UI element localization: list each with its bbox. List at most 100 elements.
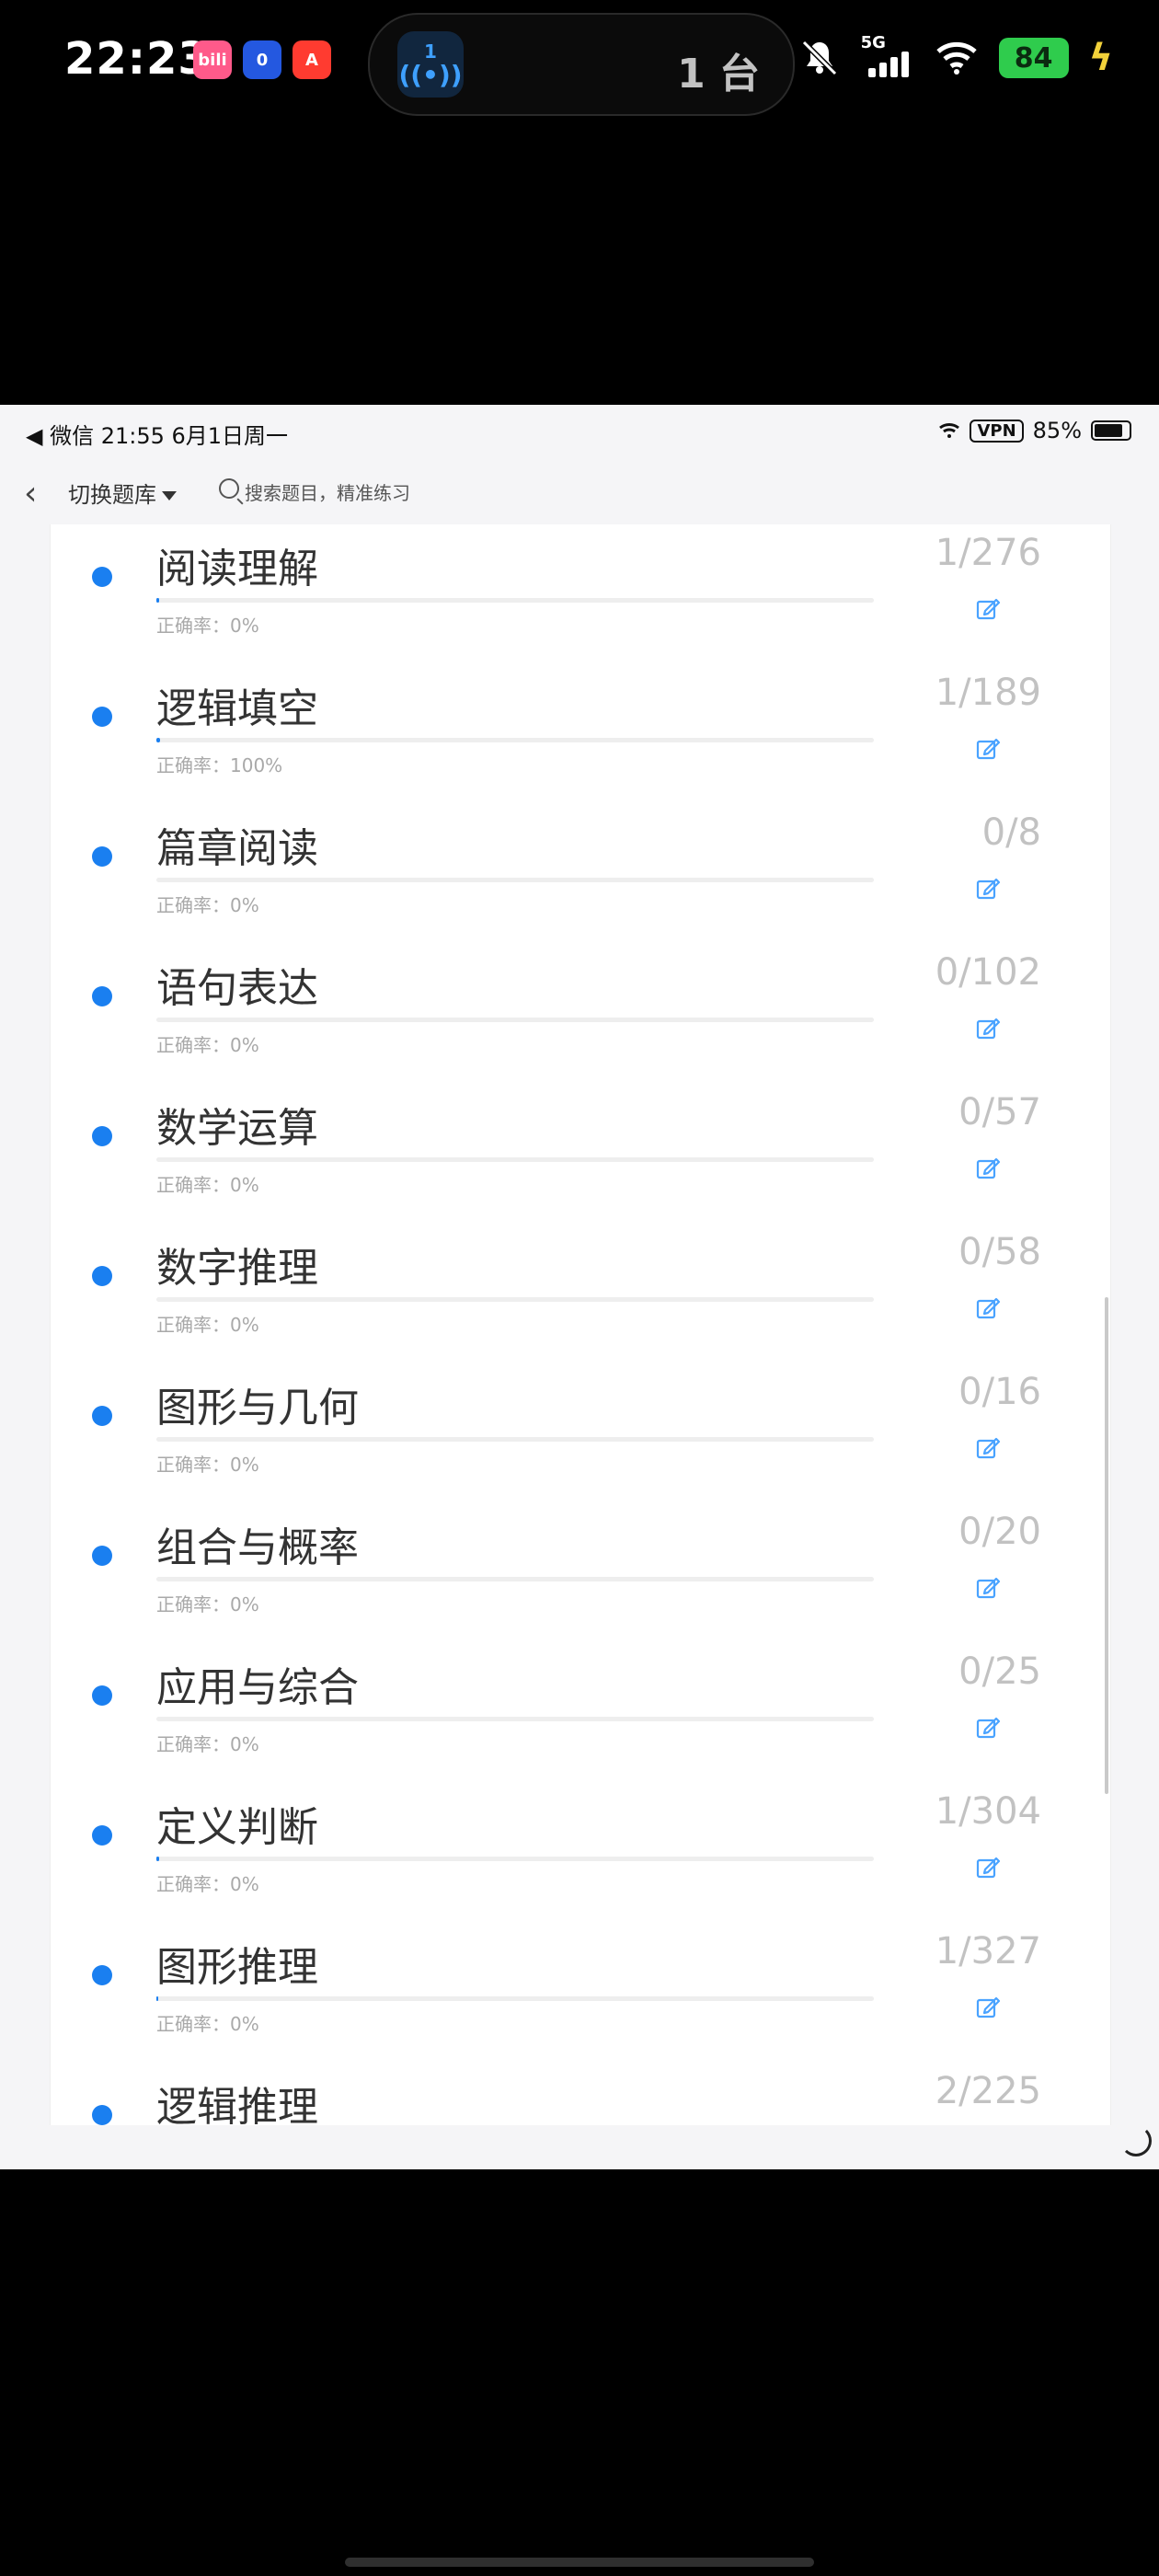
list-item[interactable]: 逻辑填空 正确率：100% 1/189: [51, 655, 1110, 795]
question-count: 1/304: [935, 1790, 1041, 1833]
battery-indicator: 84: [998, 38, 1069, 78]
cellular-signal-icon: 5G: [861, 33, 914, 77]
question-count: 0/16: [958, 1371, 1041, 1413]
edit-icon[interactable]: [976, 736, 1000, 760]
question-count: 0/8: [981, 811, 1041, 854]
loading-spinner: [1120, 2125, 1152, 2156]
vpn-badge: VPN: [970, 419, 1024, 443]
inner-app-screenshot: ◀ 微信 21:55 6月1日周一 VPN 85% ‹ 切换题库 搜索题目，精准…: [0, 405, 1159, 2169]
accuracy-text: 正确率：0%: [156, 615, 259, 637]
list-item[interactable]: 组合与概率 正确率：0% 0/20: [51, 1494, 1110, 1634]
inner-status-bar: ◀ 微信 21:55 6月1日周一 VPN 85%: [0, 405, 1159, 460]
connected-devices: 1 台: [677, 51, 760, 98]
accuracy-text: 正确率：100%: [156, 754, 283, 776]
edit-icon[interactable]: [976, 876, 1000, 900]
list-item[interactable]: 应用与综合 正确率：0% 0/25: [51, 1634, 1110, 1774]
inner-battery-percent: 85%: [1032, 418, 1082, 443]
caret-down-icon: [162, 491, 177, 500]
inner-status-left: ◀ 微信 21:55 6月1日周一: [26, 423, 289, 449]
security-app-icon: 0: [243, 40, 281, 79]
list-item[interactable]: 图形推理 正确率：0% 1/327: [51, 1914, 1110, 2053]
back-button[interactable]: ‹: [24, 475, 37, 512]
category-dot: [92, 1965, 112, 1985]
cast-icon: 1 ((•)): [397, 31, 464, 98]
list-item[interactable]: 定义判断 正确率：0% 1/304: [51, 1774, 1110, 1914]
mute-bell-icon: [801, 40, 837, 76]
question-count: 2/225: [935, 2070, 1041, 2112]
edit-icon[interactable]: [976, 1295, 1000, 1319]
category-dot: [92, 986, 112, 1006]
phone-status-bar: 22:23 bili 0 A 1 ((•)) 1 台 5G 84 ϟ: [0, 0, 1159, 129]
red-app-icon: A: [293, 40, 331, 79]
category-title: 语句表达: [156, 965, 318, 1012]
search-input[interactable]: 搜索题目，精准练习: [245, 478, 410, 505]
category-dot: [92, 1406, 112, 1426]
list-item[interactable]: 图形与几何正确率：0% 0/16: [51, 1354, 1110, 1494]
category-dot: [92, 2105, 112, 2125]
progress-fill: [156, 1857, 159, 1861]
home-indicator[interactable]: [345, 2558, 814, 2567]
accuracy-text: 正确率：0%: [156, 1454, 259, 1476]
accuracy-text: 正确率：0%: [156, 894, 259, 916]
question-count: 0/25: [958, 1650, 1041, 1693]
question-count: 0/102: [935, 951, 1041, 994]
charging-bolt-icon: ϟ: [1088, 37, 1113, 79]
list-item[interactable]: 数学运算 正确率：0% 0/57: [51, 1075, 1110, 1214]
list-item[interactable]: 逻辑推理 2/225: [51, 2053, 1110, 2125]
accuracy-text: 正确率：0%: [156, 2013, 259, 2035]
progress-bar: [156, 738, 874, 742]
accuracy-text: 正确率：0%: [156, 1593, 259, 1616]
list-item[interactable]: 篇章阅读 正确率：0% 0/8: [51, 795, 1110, 935]
category-dot: [92, 1685, 112, 1706]
edit-icon[interactable]: [976, 1156, 1000, 1179]
list-item[interactable]: 阅读理解 正确率：0% 1/276: [51, 524, 1110, 655]
wifi-icon: [939, 423, 960, 438]
switch-question-bank-dropdown[interactable]: 切换题库: [68, 477, 177, 509]
wifi-icon: [935, 41, 977, 75]
edit-icon[interactable]: [976, 596, 1000, 620]
edit-icon[interactable]: [976, 1016, 1000, 1040]
progress-bar: [156, 598, 874, 603]
category-dot: [92, 1825, 112, 1846]
status-right: 5G 84 ϟ: [798, 33, 1113, 79]
edit-icon[interactable]: [976, 1855, 1000, 1879]
progress-bar: [156, 1437, 874, 1442]
category-dot: [92, 567, 112, 587]
network-type: 5G: [860, 33, 886, 52]
progress-bar: [156, 1018, 874, 1022]
edit-icon[interactable]: [976, 1575, 1000, 1599]
progress-bar: [156, 1577, 874, 1581]
inner-status-right: VPN 85%: [938, 418, 1131, 443]
category-dot: [92, 707, 112, 727]
dynamic-island[interactable]: 1 ((•)) 1 台: [368, 13, 795, 116]
progress-fill: [156, 1996, 159, 2001]
question-count: 0/20: [958, 1511, 1041, 1553]
progress-bar: [156, 1996, 874, 2001]
category-title: 应用与综合: [156, 1664, 359, 1711]
accuracy-text: 正确率：0%: [156, 1873, 259, 1895]
edit-icon[interactable]: [976, 1435, 1000, 1459]
accuracy-text: 正确率：0%: [156, 1314, 259, 1336]
category-title: 图形与几何: [156, 1385, 359, 1432]
progress-fill: [156, 738, 161, 742]
bilibili-app-icon: bili: [193, 40, 232, 79]
category-dot: [92, 1546, 112, 1566]
search-icon[interactable]: [219, 478, 239, 499]
category-title: 数学运算: [156, 1105, 318, 1152]
edit-icon[interactable]: [976, 1715, 1000, 1739]
progress-bar: [156, 1857, 874, 1861]
question-count: 1/327: [935, 1930, 1041, 1972]
progress-bar: [156, 878, 874, 882]
category-list: 阅读理解 正确率：0% 1/276 逻辑填空 正确率：100% 1/189 篇章阅读 正确率：…: [50, 524, 1111, 2125]
category-dot: [92, 1126, 112, 1146]
question-count: 1/276: [935, 532, 1041, 574]
category-dot: [92, 846, 112, 867]
list-item[interactable]: 数字推理 正确率：0% 0/58: [51, 1214, 1110, 1354]
inner-battery-icon: [1091, 420, 1131, 441]
scrollbar[interactable]: [1105, 1297, 1108, 1794]
question-count: 0/57: [958, 1091, 1041, 1133]
category-title: 数字推理: [156, 1245, 318, 1292]
list-item[interactable]: 语句表达正确率：0% 0/102: [51, 935, 1110, 1075]
accuracy-text: 正确率：0%: [156, 1034, 259, 1056]
edit-icon[interactable]: [976, 1995, 1000, 2018]
